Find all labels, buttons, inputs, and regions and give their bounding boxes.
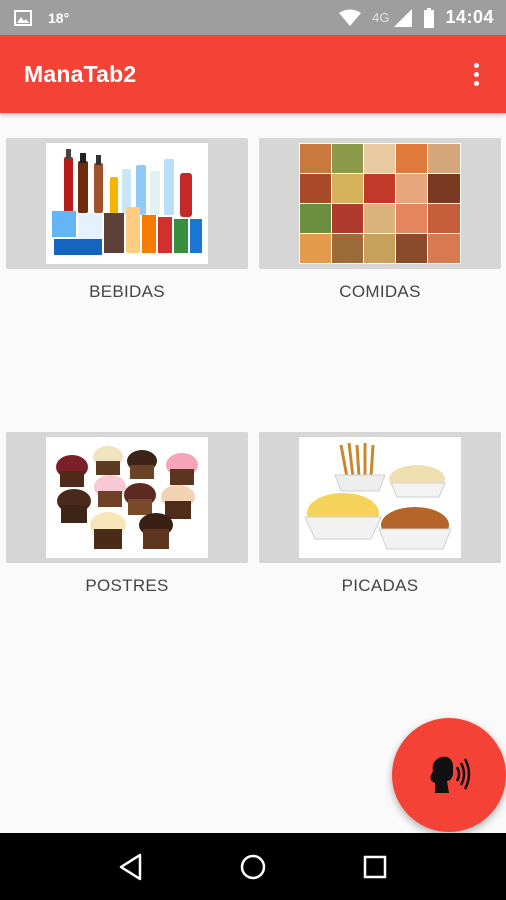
cupcakes-image: [46, 437, 208, 558]
back-icon[interactable]: [111, 847, 151, 887]
category-label: POSTRES: [85, 576, 169, 595]
cell-signal-icon: [394, 8, 413, 27]
network-type-text: 4G: [372, 10, 390, 25]
category-label: PICADAS: [341, 576, 419, 595]
home-icon[interactable]: [233, 847, 273, 887]
battery-icon: [424, 7, 435, 28]
category-tile-comidas[interactable]: [259, 138, 501, 269]
clock-text: 14:04: [445, 7, 494, 27]
app-title: ManaTab2: [24, 60, 137, 87]
drinks-image: [46, 143, 208, 264]
temperature-text: 18°: [48, 9, 70, 26]
category-tile-postres[interactable]: [6, 432, 248, 563]
system-nav-bar: [0, 833, 506, 900]
category-tile-bebidas[interactable]: [6, 138, 248, 269]
category-label: COMIDAS: [339, 282, 421, 301]
recents-icon[interactable]: [355, 847, 395, 887]
category-label: BEBIDAS: [89, 282, 165, 301]
status-bar: 18° 4G 14:04: [0, 0, 506, 35]
meals-image: [299, 143, 461, 264]
speak-button[interactable]: [392, 718, 506, 832]
category-tile-picadas[interactable]: [259, 432, 501, 563]
app-bar: ManaTab2: [0, 35, 506, 113]
snacks-image: [299, 437, 461, 558]
overflow-menu-icon[interactable]: [464, 59, 488, 89]
wifi-icon: [339, 9, 362, 26]
speaking-head-icon: [430, 756, 471, 793]
image-notification-icon: [14, 9, 32, 26]
